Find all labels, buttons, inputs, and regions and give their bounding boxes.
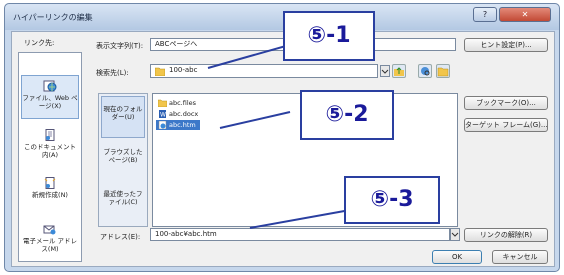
chevron-down-icon [381, 69, 389, 74]
callout-5-2: ⑤-2 [300, 90, 394, 140]
title-bar: ハイパーリンクの編集 ? ✕ [5, 4, 559, 30]
link-to-this-document-label: このドキュメント内(A) [24, 143, 76, 159]
look-in-dropdown-arrow[interactable] [380, 65, 390, 77]
open-folder-icon [437, 67, 449, 77]
file-name: abc.htm [169, 121, 196, 129]
callout-5-3: ⑤-3 [344, 176, 440, 224]
link-to-this-document[interactable]: このドキュメント内(A) [21, 125, 79, 169]
link-to-email-label: 電子メール アドレス(M) [22, 237, 78, 253]
callout-5-1: ⑤-1 [283, 11, 375, 61]
file-name: abc.docx [169, 110, 199, 118]
email-icon [43, 225, 56, 235]
link-to-label: リンク先: [24, 39, 55, 47]
link-to-new-document-label: 新規作成(N) [32, 191, 68, 199]
look-in-label: 検索先(L): [96, 69, 129, 77]
link-to-pane: ファイル、Web ページ(X) このドキュメント内(A) 新規作成(N) 電子メ… [18, 52, 82, 262]
link-to-email[interactable]: 電子メール アドレス(M) [21, 219, 79, 263]
word-document-icon: W [159, 110, 166, 119]
look-location-pane: 現在のフォルダー(U) ブラウズしたページ(B) 最近使ったファイル(C) [98, 93, 148, 227]
link-to-new-document[interactable]: 新規作成(N) [21, 173, 79, 217]
folder-icon [155, 67, 165, 76]
bookmark-button[interactable]: ブックマーク(O)... [464, 96, 548, 110]
folder-icon [158, 99, 167, 107]
close-button[interactable]: ✕ [499, 7, 551, 22]
dialog-title: ハイパーリンクの編集 [13, 13, 93, 22]
look-in-value: 100-abc [169, 66, 198, 74]
hyperlink-dialog: ハイパーリンクの編集 ? ✕ リンク先: ファイル、Web ページ(X) このド… [4, 3, 560, 272]
up-folder-icon [394, 67, 404, 76]
address-dropdown-arrow[interactable] [450, 228, 460, 241]
link-to-web-page[interactable]: ファイル、Web ページ(X) [21, 75, 79, 119]
recent-files-button[interactable]: 最近使ったファイル(C) [101, 182, 145, 224]
browse-file-button[interactable] [436, 64, 450, 78]
cancel-button[interactable]: キャンセル [492, 250, 548, 264]
target-frame-button[interactable]: ターゲット フレーム(G)... [464, 118, 548, 132]
file-item[interactable]: W abc.docx [156, 109, 198, 119]
address-label: アドレス(E): [100, 233, 141, 241]
file-item-selected[interactable]: abc.htm [156, 120, 200, 130]
remove-link-button[interactable]: リンクの解除(R) [464, 228, 548, 242]
display-text-label: 表示文字列(T): [96, 42, 144, 50]
browse-web-button[interactable] [418, 64, 432, 78]
file-name: abc.files [169, 99, 197, 107]
screen-tip-button[interactable]: ヒント設定(P)... [464, 38, 548, 52]
html-file-icon [158, 121, 167, 129]
address-field[interactable]: 100-abc¥abc.htm [150, 228, 450, 241]
chevron-down-icon [451, 232, 459, 237]
help-button[interactable]: ? [473, 7, 497, 22]
up-folder-button[interactable] [392, 64, 406, 78]
web-page-icon [43, 80, 57, 92]
new-document-icon [44, 177, 56, 189]
browsed-pages-button[interactable]: ブラウズしたページ(B) [101, 140, 145, 182]
file-item[interactable]: abc.files [156, 98, 196, 108]
look-in-dropdown[interactable]: 100-abc [150, 64, 378, 78]
svg-text:W: W [160, 112, 166, 119]
link-to-web-page-label: ファイル、Web ページ(X) [22, 94, 78, 110]
globe-search-icon [421, 67, 430, 76]
ok-button[interactable]: OK [432, 250, 482, 264]
dialog-body: リンク先: ファイル、Web ページ(X) このドキュメント内(A) 新規作成(… [11, 31, 555, 267]
document-icon [45, 129, 55, 141]
current-folder-button[interactable]: 現在のフォルダー(U) [101, 96, 145, 138]
